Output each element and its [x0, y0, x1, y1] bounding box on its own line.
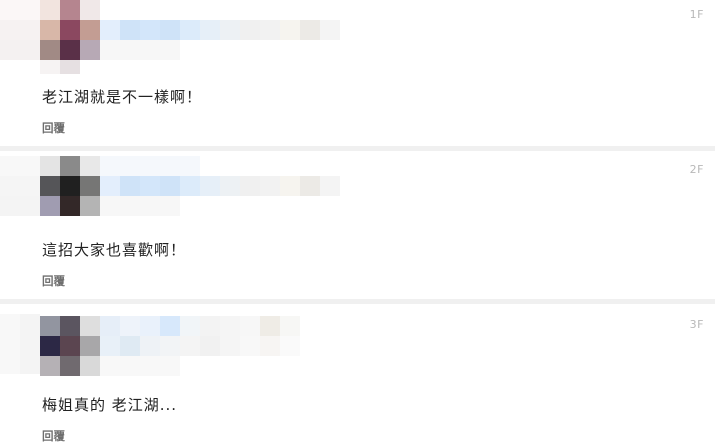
avatar-2[interactable] [0, 151, 360, 221]
floor-number: 3F [689, 318, 704, 331]
avatar-1[interactable] [0, 0, 360, 75]
comment-item-1: 1F 老江湖就是不一樣啊！ 回覆 [0, 0, 715, 146]
comment-text: 老江湖就是不一樣啊！ [42, 88, 203, 106]
reply-button[interactable]: 回覆 [42, 428, 65, 444]
comment-item-2: 2F 這招大家也喜歡啊！ 回覆 [0, 151, 715, 299]
reply-button[interactable]: 回覆 [42, 120, 65, 136]
comment-item-3: 3F 梅姐真的 老江湖... 回覆 [0, 304, 715, 446]
reply-button[interactable]: 回覆 [42, 273, 65, 289]
avatar-3[interactable] [0, 304, 360, 384]
comment-text: 這招大家也喜歡啊！ [42, 241, 187, 259]
floor-number: 2F [689, 163, 704, 176]
comment-text: 梅姐真的 老江湖... [42, 396, 178, 414]
floor-number: 1F [689, 8, 704, 21]
